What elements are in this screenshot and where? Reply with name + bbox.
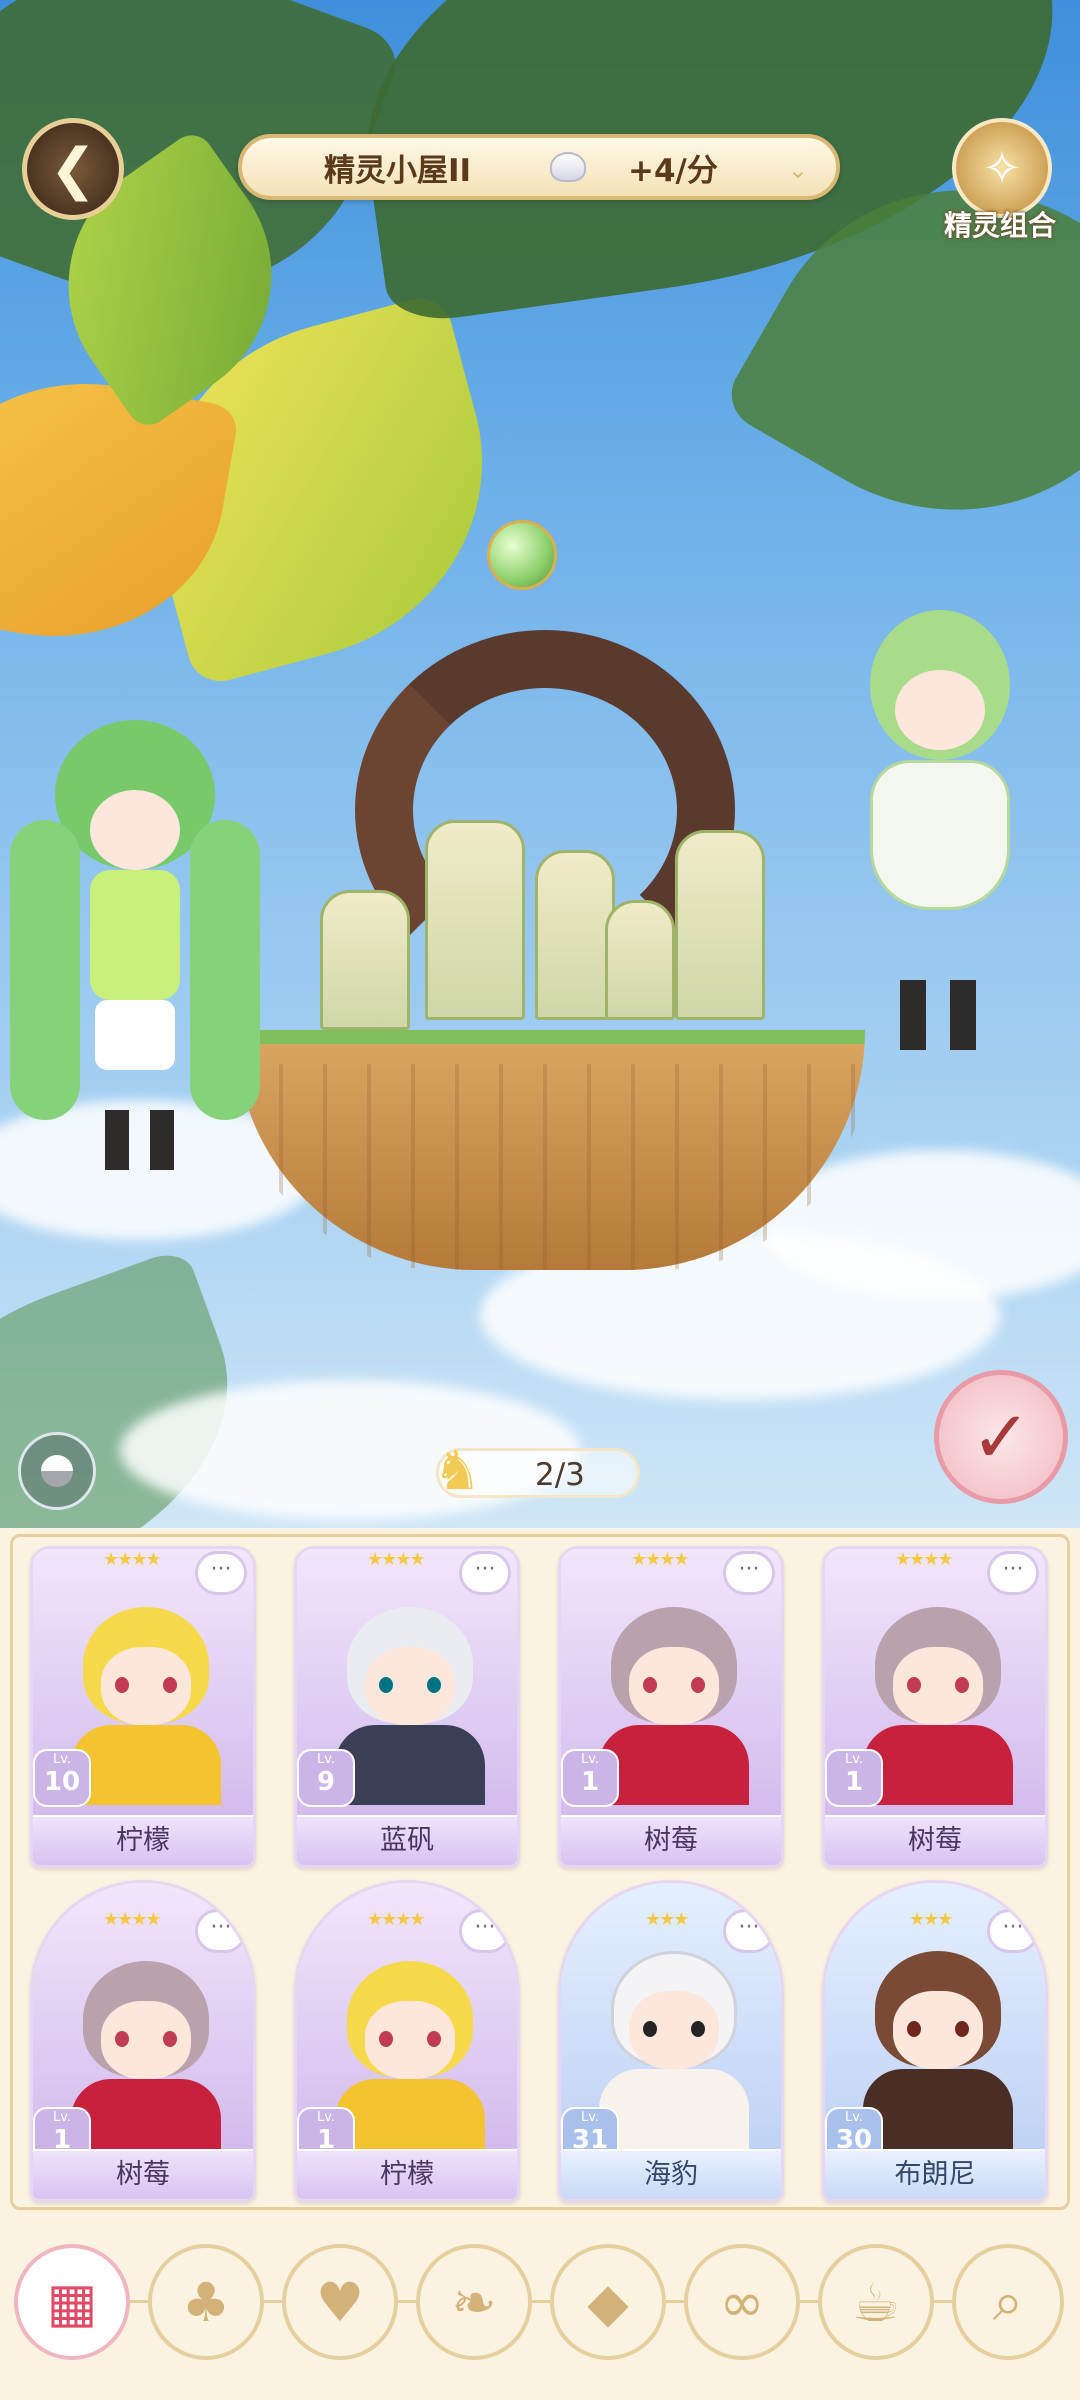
fairy-combo-label: 精灵组合 — [943, 209, 1056, 242]
star-rating: ★★★ — [909, 1909, 953, 1930]
grid-icon: ▦ — [46, 2270, 98, 2334]
character-name: 海豹 — [561, 2149, 781, 2199]
heart-icon: ♥ — [315, 2270, 365, 2334]
income-rate: +4/分 — [628, 152, 718, 189]
character-name: 树莓 — [825, 1815, 1045, 1865]
greenhouse — [535, 850, 615, 1020]
character-name: 树莓 — [561, 1815, 781, 1865]
fairy-combo-button[interactable]: ✧ 精灵组合 — [940, 118, 1060, 248]
back-arrow-icon: ❮ — [49, 136, 97, 202]
teacup-icon: ☕ — [851, 2270, 901, 2334]
star-rating: ★★★★ — [631, 1549, 690, 1570]
greenhouse — [320, 890, 410, 1030]
character-name: 蓝矾 — [297, 1815, 517, 1865]
level-badge: Lv. 1 — [825, 1749, 883, 1807]
character-card[interactable]: ★★★★ ··· Lv. 1 柠檬 — [294, 1880, 520, 2202]
floating-garden-island[interactable] — [225, 520, 875, 1280]
all-filter-button[interactable]: ▦ — [14, 2244, 130, 2360]
diamond-filter-button[interactable]: ◆ — [550, 2244, 666, 2360]
star-rating: ★★★★ — [367, 1549, 426, 1570]
chevron-down-icon: ⌄ — [787, 156, 808, 184]
leaf-fairy-character[interactable] — [830, 610, 1050, 1080]
character-card[interactable]: ★★★★ ··· Lv. 1 树莓 — [822, 1546, 1048, 1868]
greenhouse — [675, 830, 765, 1020]
character-card[interactable]: ★★★★ ··· Lv. 1 树莓 — [558, 1546, 784, 1868]
woven-basket-base — [235, 1030, 865, 1270]
star-rating: ★★★★ — [103, 1909, 162, 1930]
garden-scene — [0, 0, 1080, 1530]
fairy-slot-icon: ♞ — [433, 1439, 482, 1502]
diamond-icon: ◆ — [587, 2270, 629, 2334]
view-toggle-button[interactable] — [18, 1432, 96, 1510]
level-badge: Lv. 1 — [561, 1749, 619, 1807]
checkmark-icon: ✓ — [970, 1395, 1032, 1479]
greenhouse — [605, 900, 675, 1020]
glasses-filter-button[interactable]: ∞ — [684, 2244, 800, 2360]
confirm-button[interactable]: ✓ — [934, 1370, 1068, 1504]
swan-filter-button[interactable]: ❧ — [416, 2244, 532, 2360]
character-name: 柠檬 — [33, 1815, 253, 1865]
slots-counter: ♞ 2/3 — [433, 1439, 640, 1502]
filter-nav-bar: ▦ ♣ ♥ ❧ ◆ ∞ ☕ ⌕ — [0, 2214, 1080, 2400]
search-icon: ⌕ — [992, 2270, 1024, 2333]
character-card[interactable]: ★★★★ ··· Lv. 1 树莓 — [30, 1880, 256, 2202]
greenhouse — [425, 820, 525, 1020]
house-info-bar: 精灵小屋II +4/分 ⌄ — [238, 134, 840, 200]
search-button[interactable]: ⌕ — [952, 2244, 1064, 2360]
star-rating: ★★★★ — [103, 1549, 162, 1570]
level-badge: Lv. 9 — [297, 1749, 355, 1807]
level-badge: Lv. 10 — [33, 1749, 91, 1807]
back-button[interactable]: ❮ — [22, 118, 124, 220]
character-name: 树莓 — [33, 2149, 253, 2199]
character-name: 布朗尼 — [825, 2149, 1045, 2199]
star-rating: ★★★ — [645, 1909, 689, 1930]
clover-icon: ♣ — [181, 2270, 231, 2334]
heart-filter-button[interactable]: ♥ — [282, 2244, 398, 2360]
glasses-icon: ∞ — [719, 2270, 765, 2334]
house-title: 精灵小屋II — [324, 152, 472, 189]
spirit-orb — [487, 520, 557, 590]
star-rating: ★★★★ — [367, 1909, 426, 1930]
frog-fairy-character[interactable] — [10, 700, 260, 1180]
star-rating: ★★★★ — [895, 1549, 954, 1570]
swan-icon: ❧ — [451, 2270, 497, 2334]
character-card[interactable]: ★★★★ ··· Lv. 10 柠檬 — [30, 1546, 256, 1868]
character-card[interactable]: ★★★★ ··· Lv. 9 蓝矾 — [294, 1546, 520, 1868]
teacup-filter-button[interactable]: ☕ — [818, 2244, 934, 2360]
fairy-combo-icon: ✧ — [952, 118, 1052, 218]
shell-currency-icon — [550, 152, 586, 182]
clover-filter-button[interactable]: ♣ — [148, 2244, 264, 2360]
character-name: 柠檬 — [297, 2149, 517, 2199]
slots-counter-text: 2/3 — [535, 1457, 585, 1493]
character-card[interactable]: ★★★ ··· Lv. 30 布朗尼 — [822, 1880, 1048, 2202]
character-card[interactable]: ★★★ ··· Lv. 31 海豹 — [558, 1880, 784, 2202]
